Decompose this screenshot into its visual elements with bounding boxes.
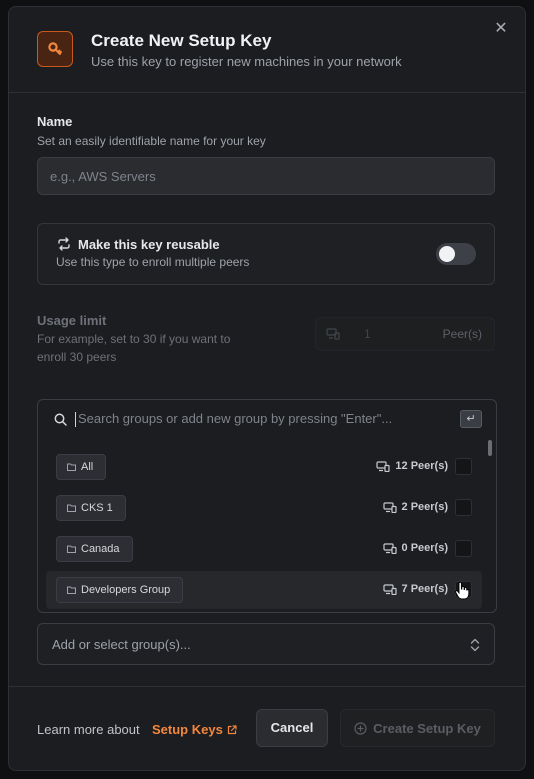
cancel-button[interactable]: Cancel <box>256 709 328 747</box>
repeat-icon <box>58 237 70 251</box>
peer-count: 0 Peer(s) <box>382 542 448 554</box>
peer-count-label: 12 Peer(s) <box>395 460 448 472</box>
folder-icon <box>67 586 76 594</box>
folder-icon <box>67 504 76 512</box>
text-caret <box>75 412 76 427</box>
group-row-developers-group[interactable]: Developers Group 7 Peer(s) <box>46 571 482 609</box>
group-checkbox[interactable] <box>455 499 472 516</box>
group-search-row: Search groups or add new group by pressi… <box>38 400 496 438</box>
dialog-header: Create New Setup Key Use this key to reg… <box>9 7 525 93</box>
plus-circle-icon <box>354 721 367 735</box>
group-name: Developers Group <box>81 584 171 596</box>
peer-count: 12 Peer(s) <box>376 460 448 472</box>
group-selector-dropdown: Search groups or add new group by pressi… <box>37 399 497 613</box>
peer-count-label: 2 Peer(s) <box>401 501 448 513</box>
peer-count: 7 Peer(s) <box>382 583 448 595</box>
scrollbar[interactable] <box>488 440 492 456</box>
computer-icon <box>382 542 397 554</box>
computer-icon <box>326 328 340 340</box>
computer-icon <box>382 583 397 595</box>
group-search-input[interactable]: Search groups or add new group by pressi… <box>78 411 392 426</box>
create-setup-key-dialog: ✕ Create New Setup Key Use this key to r… <box>8 6 526 771</box>
reusable-title: Make this key reusable <box>78 237 220 252</box>
group-name: Canada <box>81 543 120 555</box>
chevron-up-down-icon <box>470 638 480 652</box>
key-icon <box>37 31 73 67</box>
folder-icon <box>67 463 76 471</box>
group-checkbox[interactable] <box>455 458 472 475</box>
group-tag: Canada <box>56 536 133 562</box>
group-name: All <box>81 461 94 473</box>
reusable-section: Make this key reusable Use this type to … <box>37 223 495 285</box>
usage-limit-input[interactable]: 1 Peer(s) <box>315 317 495 351</box>
folder-icon <box>67 545 76 553</box>
reusable-help: Use this type to enroll multiple peers <box>56 255 250 269</box>
group-tag: Developers Group <box>56 577 184 603</box>
name-input[interactable]: e.g., AWS Servers <box>37 157 495 195</box>
usage-limit-help: For example, set to 30 if you want to en… <box>37 332 231 364</box>
dialog-title: Create New Setup Key <box>91 31 272 50</box>
computer-icon <box>382 501 397 513</box>
setup-keys-link[interactable]: Setup Keys <box>152 722 237 737</box>
create-button-label: Create Setup Key <box>373 720 481 736</box>
usage-limit-value: 1 <box>364 327 371 341</box>
dialog-subtitle: Use this key to register new machines in… <box>91 54 402 69</box>
group-tag: CKS 1 <box>56 495 126 521</box>
learn-more-text: Learn more about <box>37 722 140 737</box>
group-row-all[interactable]: All 12 Peer(s) <box>46 448 482 486</box>
dialog-footer: Learn more about Setup Keys Cancel Creat… <box>9 686 525 770</box>
setup-keys-link-label: Setup Keys <box>152 722 223 737</box>
name-label: Name <box>37 114 73 129</box>
computer-icon <box>376 460 391 472</box>
group-row-canada[interactable]: Canada 0 Peer(s) <box>46 530 482 568</box>
peer-count: 2 Peer(s) <box>382 501 448 513</box>
reusable-toggle[interactable] <box>436 243 476 265</box>
toggle-knob <box>439 246 455 262</box>
create-setup-key-button[interactable]: Create Setup Key <box>340 709 495 747</box>
name-help: Set an easily identifiable name for your… <box>37 134 266 148</box>
group-tag: All <box>56 454 107 480</box>
usage-limit-unit: Peer(s) <box>442 327 482 341</box>
group-select[interactable]: Add or select group(s)... <box>37 623 495 665</box>
group-select-placeholder: Add or select group(s)... <box>52 637 191 652</box>
group-row-cks-1[interactable]: CKS 1 2 Peer(s) <box>46 489 482 527</box>
external-link-icon <box>227 724 237 734</box>
group-checkbox[interactable] <box>455 540 472 557</box>
peer-count-label: 7 Peer(s) <box>401 583 448 595</box>
enter-key-icon[interactable]: ↵ <box>460 410 482 428</box>
search-icon <box>54 413 67 426</box>
peer-count-label: 0 Peer(s) <box>401 542 448 554</box>
usage-limit-label: Usage limit <box>37 313 107 328</box>
hand-cursor-icon <box>455 582 469 600</box>
group-name: CKS 1 <box>81 502 113 514</box>
